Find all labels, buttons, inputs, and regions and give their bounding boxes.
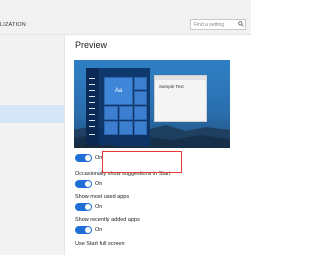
sample-window: Sample Text [154, 75, 207, 122]
sidebar-item-selected[interactable] [0, 105, 64, 123]
recently-added-apps-label: Show recently added apps [75, 217, 140, 223]
menu-line [89, 120, 95, 121]
menu-line [89, 134, 95, 135]
most-used-apps-toggle[interactable] [75, 203, 92, 211]
start-tile [134, 121, 147, 135]
preview-heading: Preview [75, 40, 108, 50]
toggle-knob [85, 155, 91, 161]
window-header: LIZATION [0, 0, 251, 35]
menu-line [89, 108, 95, 109]
menu-line [89, 114, 95, 115]
menu-line [89, 78, 95, 79]
most-used-apps-label: Show most used apps [75, 194, 130, 200]
start-menu-preview: Aa [86, 68, 150, 146]
toggle-knob [85, 204, 91, 210]
menu-line [89, 102, 95, 103]
search-box[interactable] [190, 19, 246, 30]
tile-label: Aa [114, 88, 123, 94]
suggestions-toggle[interactable] [75, 180, 92, 188]
settings-sidebar [0, 35, 65, 255]
start-tile [119, 106, 133, 120]
toggle-knob [85, 227, 91, 233]
highlight-annotation [102, 151, 182, 173]
menu-line [89, 90, 95, 91]
start-tile [134, 91, 147, 105]
start-preview-image: Aa Sample Text [74, 60, 230, 148]
start-tile [104, 121, 118, 135]
main-content: Preview Aa Sample Text Show more tiles O… [65, 35, 251, 255]
start-tile [119, 121, 133, 135]
window-title: LIZATION [0, 22, 26, 28]
toggle-state-label: On [95, 227, 103, 233]
start-tile [104, 106, 118, 120]
sample-window-titlebar [155, 76, 206, 80]
start-tile [134, 106, 147, 120]
toggle-knob [85, 181, 91, 187]
toggle-state-label: On [95, 181, 103, 187]
search-icon[interactable] [238, 21, 244, 27]
recently-added-apps-toggle[interactable] [75, 226, 92, 234]
toggle-state-label: On [95, 204, 103, 210]
menu-line [89, 96, 95, 97]
full-screen-label: Use Start full screen [75, 241, 125, 247]
search-input[interactable] [191, 20, 242, 29]
menu-line [89, 126, 95, 127]
start-tile [134, 77, 147, 90]
start-tile-large: Aa [104, 77, 133, 105]
menu-line [89, 84, 95, 85]
show-more-tiles-toggle[interactable] [75, 154, 92, 162]
show-more-tiles-label: Show more tiles [75, 144, 115, 150]
sample-window-text: Sample Text [159, 84, 184, 89]
